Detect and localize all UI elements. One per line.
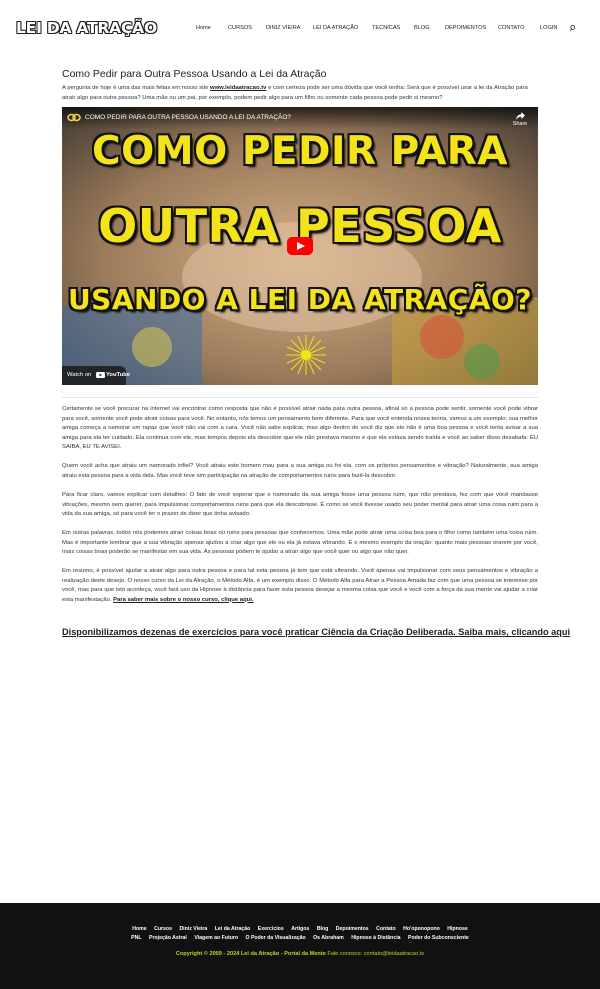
footer-link-home[interactable]: Home — [132, 926, 146, 932]
paragraph-3: Para ficar claro, vamos explicar com det… — [62, 492, 538, 517]
nav-item-cursos[interactable]: CURSOS — [228, 25, 252, 31]
footer-link-lei-da-atracao[interactable]: Lei da Atração — [215, 926, 251, 932]
sun-burst-icon — [286, 335, 326, 375]
footer-link-poder-subconsciente[interactable]: Poder do Subconsciente — [408, 935, 469, 941]
youtube-logo-icon — [96, 372, 105, 378]
content-divider — [62, 397, 538, 398]
footer-link-viagem-ao-futuro[interactable]: Viagem ao Futuro — [194, 935, 238, 941]
paragraph-1: Certamente se você procurar na internet … — [62, 406, 538, 450]
nav-item-tecnicas[interactable]: TECNICAS — [372, 25, 400, 31]
footer-link-contato[interactable]: Contato — [376, 926, 396, 932]
intro-text-before: A pergunta de hoje é uma das mais feitas… — [62, 85, 211, 91]
nav-item-depoimentos[interactable]: DEPOIMENTOS — [445, 25, 486, 31]
nav-item-diniz-vieira[interactable]: DINIZ VIEIRA — [266, 25, 301, 31]
contact-email[interactable]: Fale conosco: contato@leidaatracao.tv — [326, 951, 424, 957]
exercises-cta-link[interactable]: Disponibilizamos dezenas de exercícios p… — [62, 627, 570, 637]
intro-paragraph: A pergunta de hoje é uma das mais feitas… — [62, 84, 538, 103]
watch-on-youtube-button[interactable]: Watch on YouTube — [62, 366, 130, 385]
video-embed[interactable]: COMO PEDIR PARA OUTRA PESSOA USANDO A LE… — [62, 107, 538, 385]
thumbnail-text-line-1: COMO PEDIR PARA — [92, 129, 508, 174]
copyright-line: Copyright © 2009 - 2024 Lei da Atração -… — [0, 951, 600, 957]
page-title: Como Pedir para Outra Pessoa Usando a Le… — [62, 68, 327, 80]
footer-link-hooponopono[interactable]: Ho'oponopono — [403, 926, 440, 932]
course-link[interactable]: Para saber mais sobre o nosso curso, cli… — [113, 597, 253, 603]
footer-link-depoimentos[interactable]: Depoimentos — [336, 926, 369, 932]
paragraph-2: Quem você acha que atraiu um namorado in… — [62, 463, 538, 479]
site-header: LEI DA ATRAÇÃO Home CURSOS DINIZ VIEIRA … — [0, 0, 600, 58]
footer-link-pnl[interactable]: PNL — [131, 935, 141, 941]
youtube-wordmark: YouTube — [106, 372, 130, 378]
nav-item-contato[interactable]: CONTATO — [498, 25, 524, 31]
footer-link-diniz-vieira[interactable]: Diniz Vieira — [179, 926, 207, 932]
main-nav: Home CURSOS DINIZ VIEIRA LEI DA ATRAÇÃO … — [0, 25, 600, 35]
search-icon[interactable] — [570, 24, 577, 33]
footer-link-projecao-astral[interactable]: Projeção Astral — [149, 935, 187, 941]
nav-item-home[interactable]: Home — [196, 25, 211, 31]
footer-link-blog[interactable]: Blog — [317, 926, 329, 932]
share-button[interactable]: Share — [512, 112, 528, 127]
site-footer: Home Cursos Diniz Vieira Lei da Atração … — [0, 903, 600, 989]
paragraph-4: Em outras palavras, todos nós podemos at… — [62, 530, 538, 555]
footer-link-poder-visualizacao[interactable]: O Poder da Visualização — [246, 935, 306, 941]
nav-item-login[interactable]: LOGIN — [540, 25, 557, 31]
footer-link-os-abraham[interactable]: Os Abraham — [313, 935, 344, 941]
footer-link-hipnose-distancia[interactable]: Hipnose à Distância — [351, 935, 400, 941]
channel-logo-icon[interactable] — [67, 113, 81, 122]
footer-link-cursos[interactable]: Cursos — [154, 926, 172, 932]
video-title-bar: COMO PEDIR PARA OUTRA PESSOA USANDO A LE… — [62, 107, 538, 129]
site-link[interactable]: www.leidaatracao.tv — [210, 85, 266, 91]
footer-nav-row-1: Home Cursos Diniz Vieira Lei da Atração … — [0, 926, 600, 932]
footer-nav-row-2: PNL Projeção Astral Viagem ao Futuro O P… — [0, 935, 600, 941]
share-icon — [515, 112, 525, 120]
thumbnail-text-line-3: USANDO A LEI DA ATRAÇÃO? — [67, 283, 533, 316]
paragraph-5: Em resumo, é possível ajudar a atrair al… — [62, 567, 538, 605]
copyright-text: Copyright © 2009 - 2024 Lei da Atração -… — [175, 951, 326, 957]
footer-link-hipnose[interactable]: Hipnose — [447, 926, 467, 932]
video-title[interactable]: COMO PEDIR PARA OUTRA PESSOA USANDO A LE… — [85, 114, 291, 121]
play-button-icon[interactable] — [287, 237, 313, 255]
footer-link-exercicios[interactable]: Exercícios — [258, 926, 284, 932]
watch-on-label: Watch on — [67, 372, 92, 378]
share-label: Share — [512, 121, 528, 127]
nav-item-blog[interactable]: BLOG — [414, 25, 430, 31]
nav-item-lei-da-atracao[interactable]: LEI DA ATRAÇÃO — [313, 25, 358, 31]
footer-link-artigos[interactable]: Artigos — [291, 926, 309, 932]
